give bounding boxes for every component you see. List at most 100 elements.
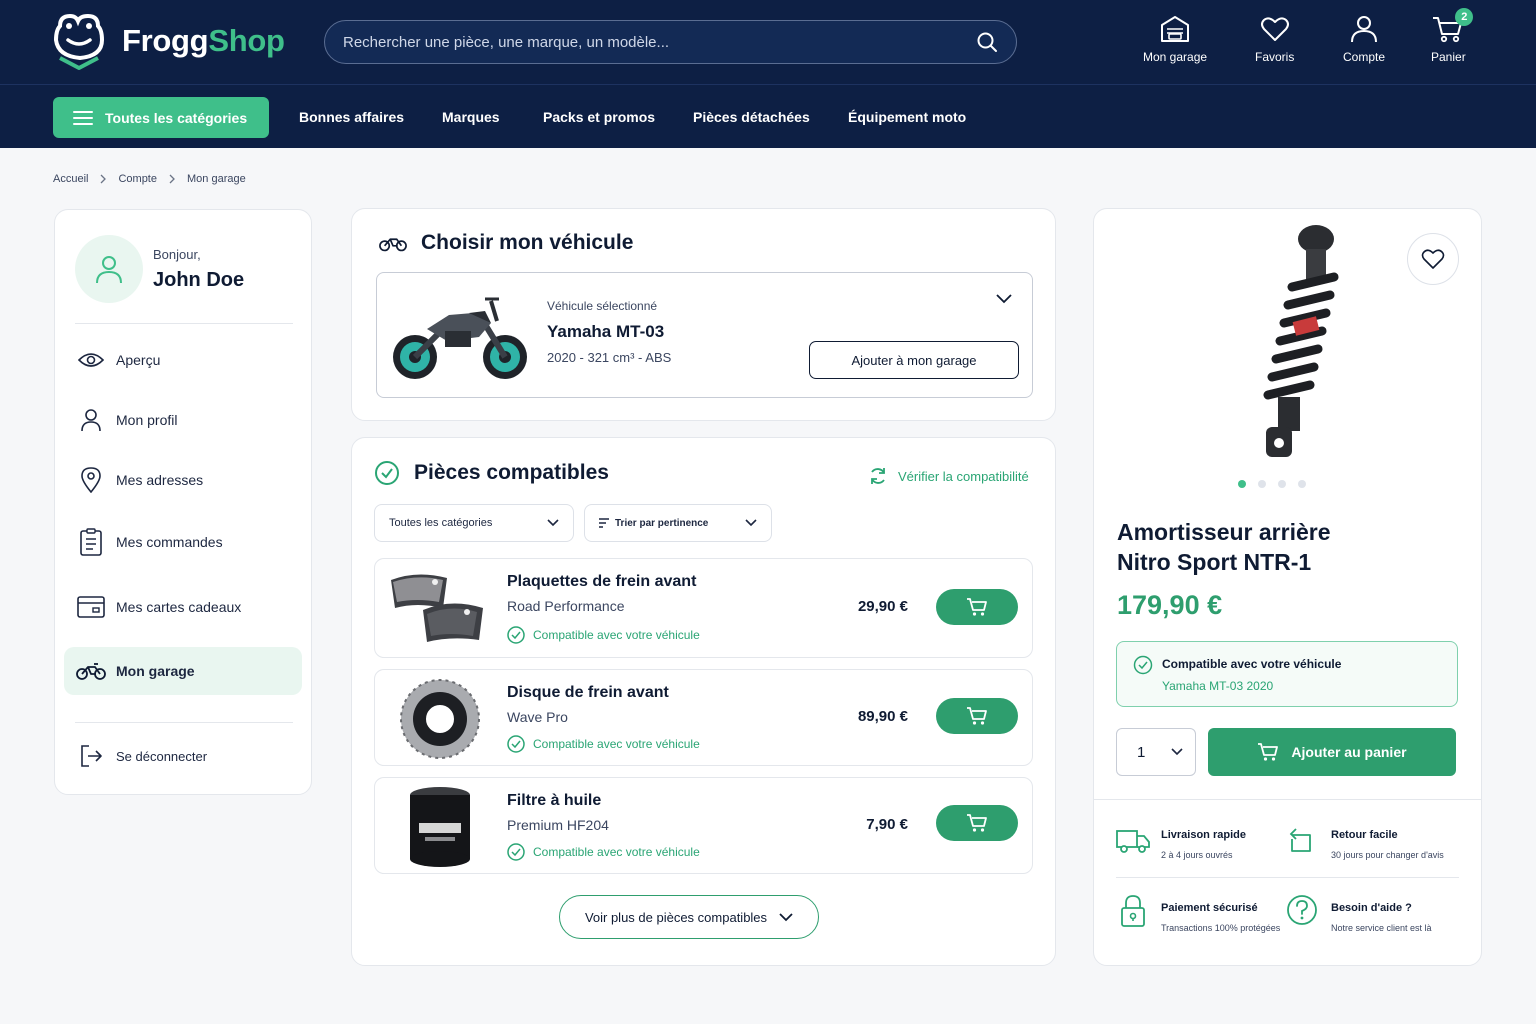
chevron-down-icon[interactable]: [995, 293, 1013, 305]
sidebar-item-garage[interactable]: Mon garage: [64, 647, 302, 695]
parts-title-text: Pièces compatibles: [414, 461, 609, 484]
divider: [75, 722, 293, 723]
carousel-dot[interactable]: [1238, 480, 1246, 488]
add-to-cart-main-button[interactable]: Ajouter au panier: [1208, 728, 1456, 776]
account-sidebar: Bonjour, John Doe Aperçu Mon profil Mes …: [54, 209, 312, 795]
sidebar-item-label: Mes adresses: [116, 472, 204, 488]
nav-link-parts[interactable]: Pièces détachées: [693, 109, 810, 125]
header-account-button[interactable]: Compte: [1343, 14, 1385, 64]
part-name: Plaquettes de frein avant: [507, 573, 697, 590]
help-icon: [1286, 894, 1318, 926]
sidebar-item-label: Mes cartes cadeaux: [116, 599, 242, 615]
category-filter-select[interactable]: Toutes les catégories: [374, 504, 574, 542]
header-garage-button[interactable]: Mon garage: [1143, 14, 1207, 64]
vehicle-card: Choisir mon véhicule Véhicule sélectionn…: [351, 208, 1056, 421]
add-to-cart-button[interactable]: [936, 805, 1018, 841]
username: John Doe: [153, 269, 245, 291]
sidebar-item-gift-cards[interactable]: Mes cartes cadeaux: [64, 583, 302, 631]
return-icon: [1286, 825, 1316, 855]
part-row[interactable]: Disque de frein avant Wave Pro Compatibl…: [374, 669, 1033, 766]
carousel-dot[interactable]: [1278, 480, 1286, 488]
frog-logo-icon: [50, 12, 108, 70]
refresh-icon: [868, 466, 898, 486]
add-to-favorites-button[interactable]: [1407, 233, 1459, 285]
logo[interactable]: FroggShop: [50, 12, 285, 70]
part-price: 29,90 €: [857, 598, 908, 615]
sort-select[interactable]: Trier par pertinence: [584, 504, 772, 542]
clipboard-icon: [76, 528, 106, 556]
sort-value: Trier par pertinence: [615, 517, 709, 529]
cart-icon: 2: [1431, 8, 1474, 44]
feature-title: Livraison rapide: [1161, 829, 1246, 841]
breadcrumb-current: Mon garage: [187, 173, 246, 185]
breadcrumb-account[interactable]: Compte: [118, 173, 157, 185]
carousel-dot[interactable]: [1258, 480, 1266, 488]
header-garage-label: Mon garage: [1143, 50, 1208, 64]
check-circle-icon: [374, 460, 414, 486]
vehicle-card-title-text: Choisir mon véhicule: [421, 231, 634, 254]
part-price: 7,90 €: [866, 816, 908, 833]
nav-link-packs[interactable]: Packs et promos: [543, 109, 655, 125]
quantity-select[interactable]: 1: [1116, 728, 1196, 776]
feature-title: Paiement sécurisé: [1161, 902, 1258, 914]
motorcycle-icon: [76, 661, 106, 681]
cart-icon: [1257, 742, 1291, 762]
eye-icon: [76, 351, 106, 369]
part-row[interactable]: Plaquettes de frein avant Road Performan…: [374, 558, 1033, 658]
add-to-garage-button[interactable]: Ajouter à mon garage: [809, 341, 1019, 379]
sidebar-item-orders[interactable]: Mes commandes: [64, 518, 302, 566]
search-icon[interactable]: [976, 31, 998, 53]
header-favorites-button[interactable]: Favoris: [1255, 14, 1294, 64]
vehicle-selector[interactable]: Véhicule sélectionné Yamaha MT-03 2020 -…: [376, 272, 1033, 398]
header-cart-label: Panier: [1431, 50, 1466, 64]
nav-link-equipment[interactable]: Équipement moto: [848, 109, 966, 125]
cart-icon: [966, 706, 988, 726]
all-categories-button[interactable]: Toutes les catégories: [53, 97, 269, 138]
check-circle-icon: [507, 843, 533, 861]
search-input[interactable]: [343, 33, 976, 51]
part-brand: Road Performance: [507, 598, 625, 614]
part-brand: Premium HF204: [507, 817, 609, 833]
sidebar-item-addresses[interactable]: Mes adresses: [64, 456, 302, 504]
part-row[interactable]: Filtre à huile Premium HF204 Compatible …: [374, 777, 1033, 874]
location-pin-icon: [76, 467, 106, 493]
add-to-cart-button[interactable]: [936, 698, 1018, 734]
heart-icon: [1421, 248, 1445, 270]
divider: [1094, 799, 1481, 800]
compat-title: Compatible avec votre véhicule: [1162, 657, 1342, 671]
vehicle-name: Yamaha MT-03: [547, 322, 665, 341]
feature-sub: 30 jours pour changer d'avis: [1331, 850, 1444, 860]
product-compat-box: Compatible avec votre véhicule Yamaha MT…: [1116, 641, 1458, 707]
verify-compatibility-link[interactable]: Vérifier la compatibilité: [868, 466, 1029, 486]
part-compat-text: Compatible avec votre véhicule: [533, 845, 700, 859]
top-header: FroggShop Mon garage Favoris Compte 2 Pa…: [0, 0, 1536, 84]
category-filter-value: Toutes les catégories: [389, 517, 493, 529]
hamburger-icon: [73, 110, 105, 126]
header-cart-button[interactable]: 2 Panier: [1431, 8, 1474, 64]
motorcycle-icon: [379, 233, 421, 253]
feature-title: Retour facile: [1331, 829, 1398, 841]
breadcrumb-home[interactable]: Accueil: [53, 173, 88, 185]
add-to-cart-button[interactable]: [936, 589, 1018, 625]
product-title: Amortisseur arrière Nitro Sport NTR-1: [1117, 517, 1417, 577]
part-compat: Compatible avec votre véhicule: [507, 735, 700, 753]
logo-text: FroggShop: [122, 23, 285, 58]
show-more-parts-button[interactable]: Voir plus de pièces compatibles: [559, 895, 819, 939]
logout-button[interactable]: Se déconnecter: [64, 732, 302, 780]
chevron-right-icon: [169, 174, 175, 184]
sidebar-item-profile[interactable]: Mon profil: [64, 396, 302, 444]
search-bar[interactable]: [324, 20, 1017, 64]
nav-link-brands[interactable]: Marques: [442, 109, 500, 125]
garage-icon: [1159, 14, 1191, 44]
carousel-dots: [1238, 480, 1318, 488]
sidebar-item-overview[interactable]: Aperçu: [64, 336, 302, 384]
chevron-down-icon: [745, 519, 757, 527]
logout-icon: [76, 744, 106, 768]
user-icon: [76, 408, 106, 432]
heart-icon: [1259, 14, 1291, 44]
divider: [75, 323, 293, 324]
nav-link-deals[interactable]: Bonnes affaires: [299, 109, 404, 125]
user-icon: [1348, 14, 1380, 44]
chevron-right-icon: [100, 174, 107, 184]
carousel-dot[interactable]: [1298, 480, 1306, 488]
